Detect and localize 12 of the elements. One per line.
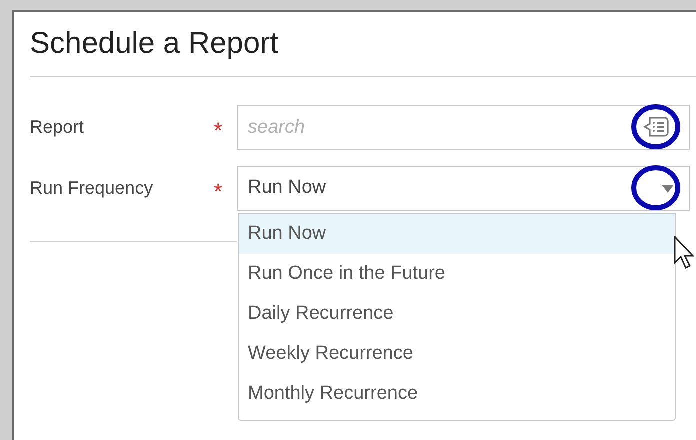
search-field[interactable]: search	[237, 105, 690, 150]
dropdown-option[interactable]: Run Now	[239, 214, 675, 254]
required-asterisk: *	[214, 178, 224, 202]
field-label: Report	[30, 116, 84, 139]
list-icon[interactable]	[643, 116, 669, 138]
highlight-circle	[631, 165, 681, 211]
dialog-title: Schedule a Report	[30, 26, 278, 62]
highlight-circle	[631, 104, 681, 150]
field-label: Run Frequency	[30, 177, 154, 200]
frequency-dropdown[interactable]: Run Now	[237, 166, 690, 211]
caret-icon	[661, 184, 675, 194]
required-asterisk: *	[214, 116, 224, 142]
